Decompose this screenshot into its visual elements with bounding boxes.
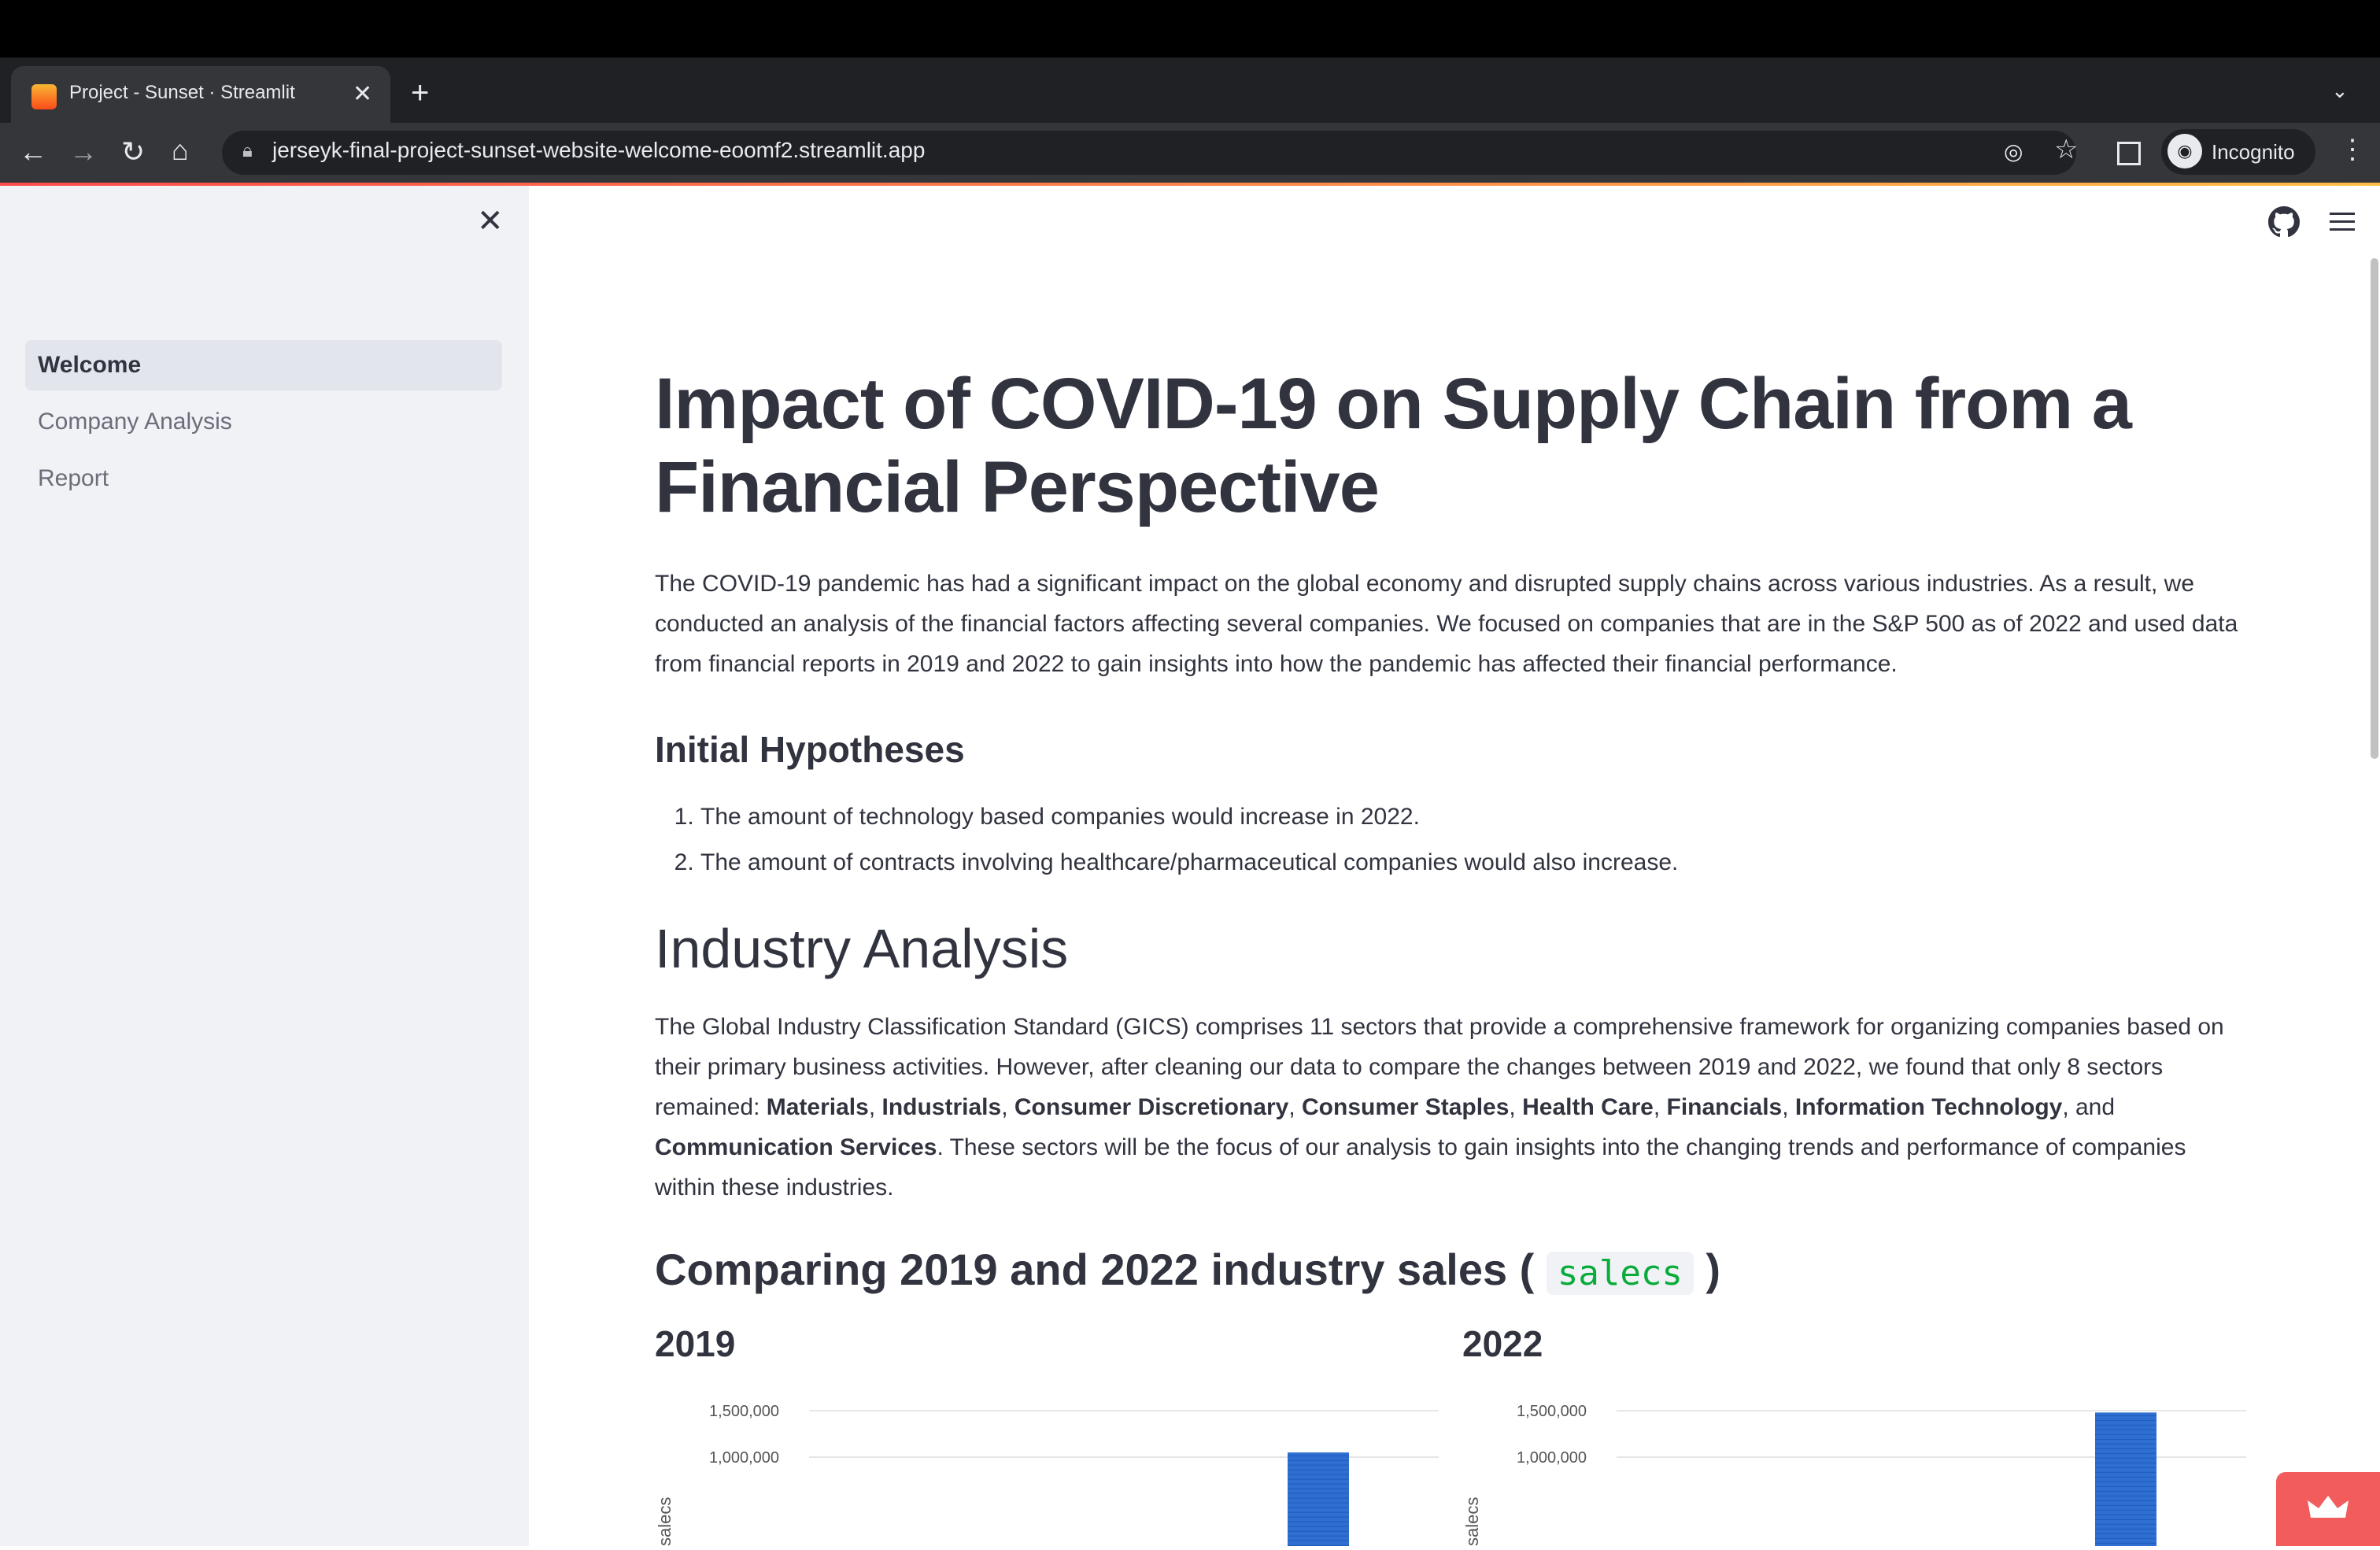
sector-name: Consumer Discretionary [1014, 1094, 1289, 1120]
reload-icon[interactable]: ↻ [121, 135, 145, 168]
comparing-heading: Comparing 2019 and 2022 industry sales (… [655, 1244, 2245, 1295]
intro-paragraph: The COVID-19 pandemic has had a signific… [655, 571, 2238, 677]
y-tick-label: 1,000,000 [709, 1449, 779, 1467]
sidebar-item-label: Report [38, 465, 109, 491]
y-axis-label: salecs [655, 1497, 674, 1546]
comparing-heading-text: Comparing 2019 and 2022 industry sales ( [655, 1245, 1535, 1294]
list-item: The amount of technology based companies… [700, 794, 2245, 840]
chart-title: 2022 [1462, 1323, 1543, 1364]
back-icon[interactable]: ← [19, 135, 47, 168]
hypotheses-heading: Initial Hypotheses [655, 729, 965, 770]
incognito-icon: ◉ [2168, 134, 2202, 168]
sector-name: Consumer Staples [1302, 1094, 1510, 1120]
main-content: Impact of COVID-19 on Supply Chain from … [655, 362, 2245, 1295]
lock-icon[interactable]: 🔒︎ [242, 140, 253, 162]
bar[interactable] [2095, 1412, 2156, 1546]
os-menu-bar [0, 0, 2380, 57]
hypotheses-list: The amount of technology based companies… [655, 794, 2245, 886]
bookmark-star-icon[interactable]: ☆ [2054, 134, 2078, 165]
tab-close-icon[interactable]: ✕ [353, 80, 372, 108]
home-icon[interactable]: ⌂ [172, 134, 189, 167]
y-tick-label: 1,500,000 [1517, 1403, 1587, 1420]
side-panel-icon[interactable] [2117, 142, 2141, 165]
sidebar-item-company-analysis[interactable]: Company Analysis [25, 397, 502, 447]
sector-name: Communication Services [655, 1134, 937, 1160]
crown-icon [2308, 1496, 2349, 1518]
sidebar-item-report[interactable]: Report [25, 453, 502, 504]
sector-name: Financials [1666, 1094, 1783, 1120]
sector-name: Health Care [1522, 1094, 1654, 1120]
tab-search-chevron-icon[interactable]: ⌄ [2331, 79, 2349, 103]
sidebar-close-icon[interactable]: ✕ [477, 203, 504, 239]
sector-name: Industrials [881, 1094, 1002, 1120]
hamburger-menu-icon[interactable] [2330, 211, 2355, 233]
incognito-label: Incognito [2212, 140, 2295, 164]
list-item: The amount of contracts involving health… [700, 840, 2245, 886]
industry-analysis-heading: Industry Analysis [655, 918, 1069, 979]
more-menu-icon[interactable]: ⋮ [2339, 134, 2366, 165]
github-icon[interactable] [2268, 206, 2300, 238]
y-axis-label: salecs [1462, 1497, 1482, 1546]
eye-off-icon[interactable]: ◎ [2004, 139, 2023, 165]
new-tab-icon[interactable]: + [411, 76, 429, 111]
y-tick-label: 1,500,000 [709, 1403, 779, 1420]
inline-code: salecs [1546, 1252, 1694, 1295]
url-text[interactable]: jerseyk-final-project-sunset-website-wel… [272, 138, 925, 163]
streamlit-badge[interactable] [2276, 1472, 2380, 1546]
industry-paragraph: The Global Industry Classification Stand… [655, 1014, 2224, 1200]
chart-title: 2019 [655, 1323, 736, 1364]
y-tick-label: 1,000,000 [1517, 1449, 1587, 1467]
bar[interactable] [1288, 1452, 1349, 1546]
sales-chart-2022: 1,500,000 1,000,000 salecs [1462, 1403, 2246, 1546]
sidebar-item-label: Welcome [38, 352, 142, 378]
sector-name: Materials [766, 1094, 869, 1120]
comparing-heading-text: ) [1706, 1245, 1721, 1294]
forward-icon[interactable]: → [69, 135, 98, 168]
sector-name: Information Technology [1794, 1094, 2063, 1120]
sidebar-item-label: Company Analysis [38, 409, 232, 435]
page-title: Impact of COVID-19 on Supply Chain from … [655, 364, 2132, 527]
scrollbar[interactable] [2371, 258, 2378, 759]
sidebar-item-welcome[interactable]: Welcome [25, 340, 502, 390]
tab-title: Project - Sunset · Streamlit [69, 82, 295, 103]
sales-chart-2019: 1,500,000 1,000,000 salecs [655, 1403, 1439, 1546]
streamlit-favicon-icon [31, 84, 57, 109]
